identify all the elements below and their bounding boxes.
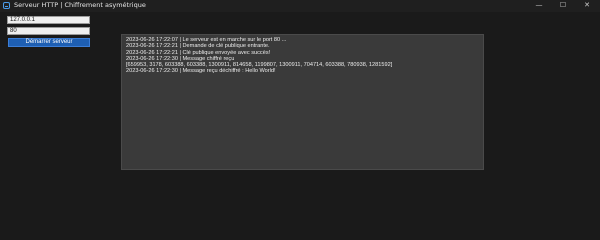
title-bar: Serveur HTTP | Chiffrement asymétrique —… (0, 0, 600, 12)
server-log-textarea[interactable]: 2023-06-26 17:22:07 | Le serveur est en … (121, 34, 484, 170)
server-window-icon (3, 2, 10, 9)
start-server-button[interactable]: Démarrer serveur (8, 38, 90, 47)
window-title: Serveur HTTP | Chiffrement asymétrique (14, 1, 146, 9)
minimize-button[interactable]: — (528, 0, 550, 12)
host-input[interactable]: 127.0.0.1 (7, 16, 90, 24)
port-input[interactable]: 80 (7, 27, 90, 35)
close-button[interactable]: ✕ (576, 0, 598, 12)
maximize-button[interactable]: ☐ (552, 0, 574, 12)
log-line: 2023-06-26 17:22:30 | Message reçu déchi… (126, 68, 276, 75)
